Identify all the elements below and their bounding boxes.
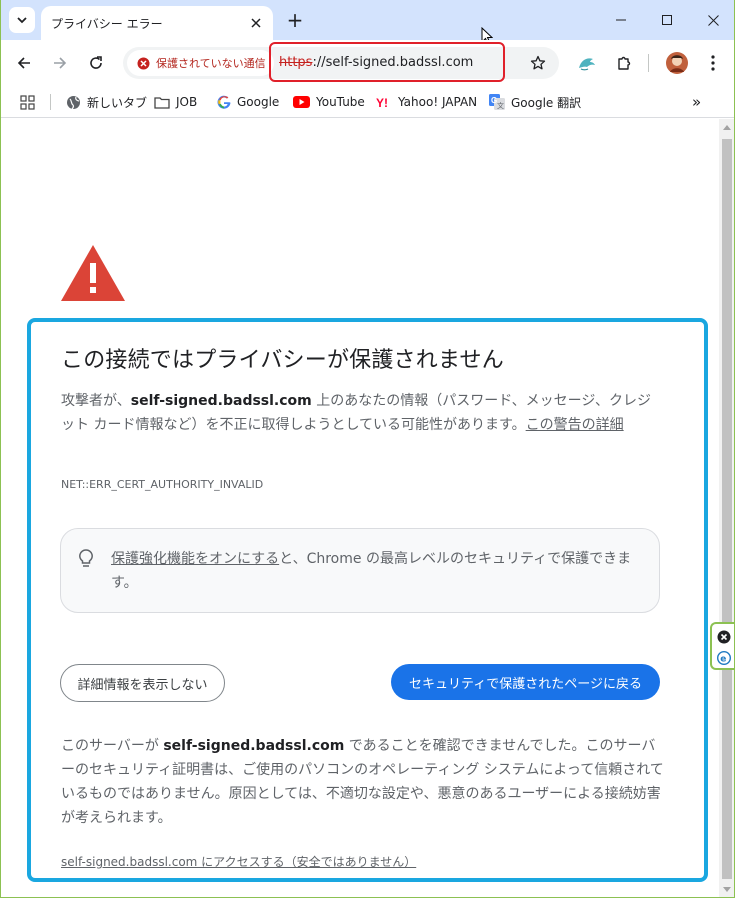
minimize-icon bbox=[616, 19, 626, 21]
active-tab[interactable]: プライバシー エラー bbox=[41, 6, 273, 40]
bookmark-label: 新しいタブ bbox=[87, 95, 148, 110]
security-chip[interactable]: 保護されていない通信 bbox=[127, 50, 274, 76]
reload-button[interactable] bbox=[82, 49, 110, 77]
bookmark-label: Yahoo! JAPAN bbox=[398, 95, 478, 109]
url-host: ://self-signed.badssl.com bbox=[312, 55, 474, 70]
close-circle-icon bbox=[717, 630, 731, 644]
content-annotation-box bbox=[27, 318, 708, 882]
svg-text:文: 文 bbox=[497, 101, 504, 110]
arrow-left-icon bbox=[17, 57, 30, 69]
tab-search-button[interactable] bbox=[9, 7, 35, 33]
svg-text:e: e bbox=[720, 655, 726, 665]
bookmarks-overflow-button[interactable]: » bbox=[692, 93, 701, 111]
reload-icon bbox=[90, 56, 102, 69]
bookmark-google-translate[interactable]: G文 Google 翻訳 bbox=[489, 93, 581, 111]
apps-button[interactable] bbox=[20, 93, 35, 111]
scroll-down-arrow-icon[interactable] bbox=[723, 887, 731, 892]
profile-avatar-button[interactable] bbox=[663, 49, 691, 77]
bookmark-star-button[interactable] bbox=[525, 50, 551, 76]
arrow-right-icon bbox=[54, 57, 67, 69]
url-text[interactable]: https://self-signed.badssl.com bbox=[279, 55, 473, 70]
warning-triangle-icon bbox=[59, 243, 127, 307]
url-scheme: https bbox=[279, 55, 313, 70]
more-vert-icon bbox=[711, 55, 715, 71]
bookmark-label: YouTube bbox=[316, 95, 365, 109]
tab-title: プライバシー エラー bbox=[51, 16, 163, 31]
scrollbar-thumb[interactable] bbox=[722, 139, 732, 879]
bookmark-youtube[interactable]: YouTube bbox=[293, 93, 365, 111]
bookmarks-divider bbox=[50, 94, 51, 110]
apps-grid-icon bbox=[20, 94, 35, 110]
bookmark-label: JOB bbox=[176, 95, 198, 109]
side-extension-button[interactable]: e bbox=[716, 650, 732, 669]
google-icon bbox=[217, 95, 231, 109]
maximize-icon bbox=[662, 15, 672, 25]
folder-icon bbox=[154, 96, 170, 109]
security-chip-label: 保護されていない通信 bbox=[156, 57, 266, 70]
new-tab-button[interactable]: + bbox=[283, 8, 307, 32]
puzzle-icon bbox=[618, 56, 631, 70]
vertical-scrollbar[interactable] bbox=[719, 119, 734, 897]
tab-strip: プライバシー エラー + bbox=[1, 0, 734, 45]
bookmark-label: Google 翻訳 bbox=[511, 95, 582, 110]
maximize-button[interactable] bbox=[644, 6, 690, 34]
avatar-icon bbox=[666, 52, 688, 74]
plus-icon: + bbox=[286, 8, 304, 32]
bookmark-job[interactable]: JOB bbox=[154, 93, 197, 111]
dolphin-icon bbox=[579, 58, 595, 71]
browser-toolbar: 保護されていない通信 https://self-signed.badssl.co… bbox=[1, 40, 734, 86]
menu-button[interactable] bbox=[699, 49, 727, 77]
back-button[interactable] bbox=[10, 49, 38, 77]
e-logo-icon: e bbox=[716, 650, 732, 666]
bookmark-google[interactable]: Google bbox=[217, 93, 279, 111]
minimize-button[interactable] bbox=[598, 6, 644, 34]
bookmark-new-tab[interactable]: 新しいタブ bbox=[66, 93, 147, 111]
close-icon bbox=[251, 18, 261, 28]
toolbar-divider bbox=[648, 54, 649, 72]
extension-dolphin-button[interactable] bbox=[573, 49, 601, 77]
forward-button[interactable] bbox=[46, 49, 74, 77]
browser-window: プライバシー エラー + 保護されていない通信 https://self-sig… bbox=[0, 0, 735, 898]
chevron-down-icon bbox=[17, 17, 27, 24]
side-close-button[interactable] bbox=[717, 629, 731, 648]
error-circle-icon bbox=[137, 57, 150, 69]
bookmarks-bar: 新しいタブ JOB Google YouTube Y! Yahoo! JAPAN… bbox=[1, 86, 734, 118]
globe-icon bbox=[67, 95, 80, 109]
window-close-button[interactable] bbox=[690, 6, 734, 34]
star-icon bbox=[530, 55, 546, 70]
side-extension-widget: e bbox=[710, 622, 734, 670]
bookmark-yahoo-japan[interactable]: Y! Yahoo! JAPAN bbox=[376, 93, 477, 111]
tab-close-button[interactable] bbox=[247, 14, 265, 32]
google-translate-icon: G文 bbox=[489, 94, 505, 110]
extensions-button[interactable] bbox=[610, 49, 638, 77]
svg-text:Y!: Y! bbox=[376, 96, 388, 108]
bookmark-label: Google bbox=[237, 95, 280, 109]
address-bar[interactable]: 保護されていない通信 https://self-signed.badssl.co… bbox=[123, 42, 559, 82]
youtube-icon bbox=[293, 96, 310, 108]
scroll-up-arrow-icon[interactable] bbox=[723, 125, 731, 130]
close-icon bbox=[707, 14, 719, 26]
chevron-double-right-icon: » bbox=[692, 93, 702, 111]
yahoo-icon: Y! bbox=[376, 96, 388, 108]
